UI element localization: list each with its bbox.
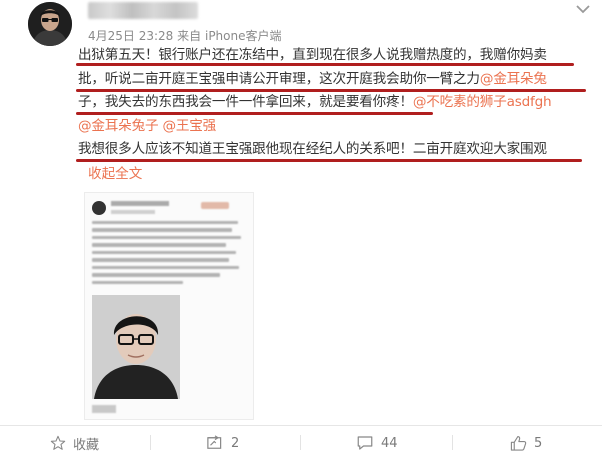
inner-username [111, 201, 169, 206]
repost-button[interactable]: 2 [206, 434, 239, 452]
post-line: 批，听说二亩开庭王宝强申请公开审理，这次开庭我会助你一臂之力@金耳朵兔 [78, 68, 592, 92]
divider [452, 435, 453, 450]
highlight-underline [76, 159, 582, 162]
inner-avatar [92, 201, 106, 215]
post-meta: 4月25日 23:28 来自 iPhone客户端 [88, 27, 282, 44]
mention-link[interactable]: @不吃素的狮子asdfgh [413, 94, 552, 110]
attached-screenshot-image[interactable] [84, 192, 254, 420]
repost-count: 2 [231, 435, 240, 451]
favorite-label: 收藏 [73, 437, 100, 453]
star-icon [50, 435, 66, 450]
post-text: 子，我失去的东西我会一件一件拿回来，就是要看你疼！ [78, 94, 413, 111]
post-text: 批，听说二亩开庭王宝强申请公开审理，这次开庭我会助你一臂之力 [78, 70, 480, 87]
highlight-underline [76, 89, 586, 92]
post-text: 出狱第五天！银行账户还在冻结中，直到现在很多人说我赠热度的，我赠你妈卖 [78, 47, 547, 63]
like-button[interactable]: 5 [510, 434, 542, 452]
post-source: iPhone客户端 [204, 29, 282, 43]
post-timestamp[interactable]: 4月25日 23:28 [88, 29, 173, 43]
inner-text-lines [92, 221, 244, 288]
like-count: 5 [534, 435, 543, 451]
repost-icon [207, 435, 222, 449]
inner-follow-button [201, 202, 229, 209]
mention-link[interactable]: @金耳朵兔子 @王宝强 [78, 118, 216, 134]
favorite-button[interactable]: 收藏 [50, 434, 100, 453]
highlight-underline [76, 112, 433, 115]
mention-link[interactable]: @金耳朵兔 [480, 71, 547, 87]
divider [300, 435, 301, 450]
collapse-full-text-link[interactable]: 收起全文 [88, 162, 142, 182]
comment-button[interactable]: 44 [356, 434, 398, 452]
divider [150, 435, 151, 450]
action-bar: 收藏 2 44 5 [0, 425, 602, 458]
like-icon [510, 436, 527, 451]
post-source-prefix: 来自 [177, 29, 202, 43]
chevron-down-icon[interactable] [574, 2, 592, 16]
avatar[interactable] [28, 2, 72, 46]
post-text: 我想很多人应该不知道王宝强跟他现在经纪人的关系吧！二亩开庭欢迎大家围观 [78, 141, 547, 158]
weibo-post: 4月25日 23:28 来自 iPhone客户端 出狱第五天！银行账户还在冻结中… [0, 0, 602, 458]
post-body: 出狱第五天！银行账户还在冻结中，直到现在很多人说我赠热度的，我赠你妈卖 批，听说… [78, 44, 592, 162]
inner-portrait-photo [92, 295, 180, 399]
username-blurred[interactable] [88, 2, 198, 19]
comment-icon [357, 436, 373, 450]
inner-footer [92, 405, 116, 413]
inner-meta [111, 210, 155, 214]
highlight-underline [76, 63, 574, 66]
post-line: @金耳朵兔子 @王宝强 [78, 115, 592, 139]
comment-count: 44 [381, 435, 398, 451]
